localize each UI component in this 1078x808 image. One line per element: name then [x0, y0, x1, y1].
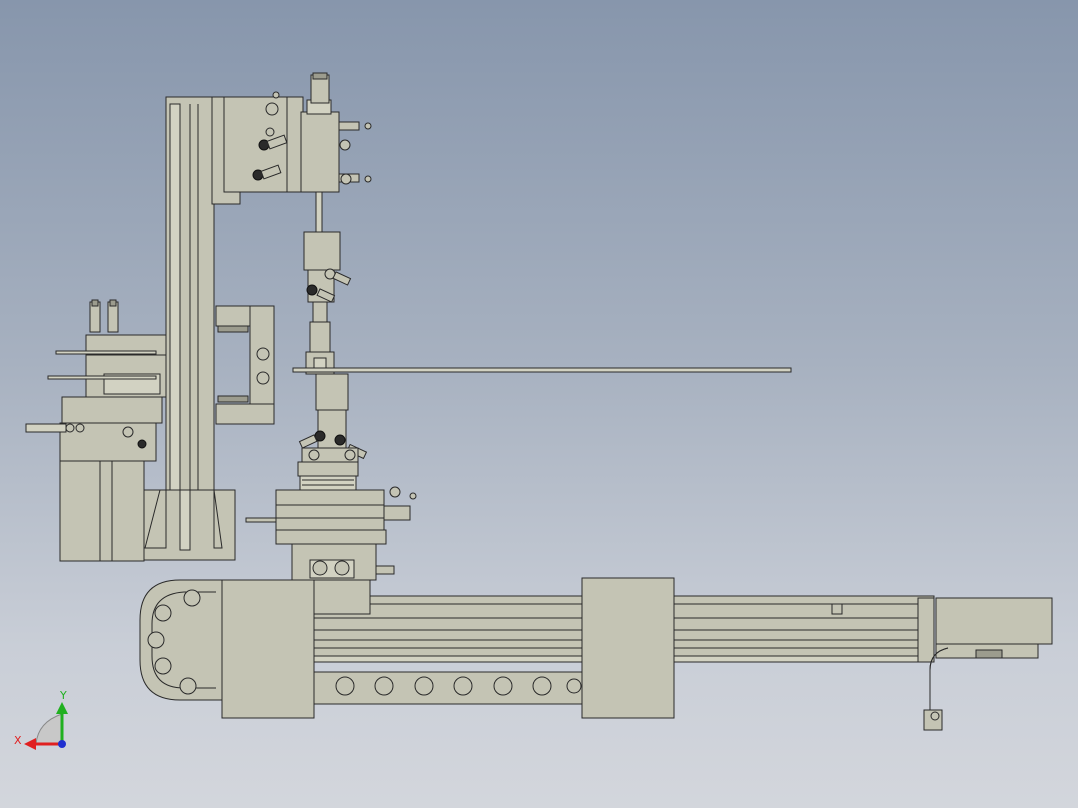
cad-viewport[interactable]: Y X: [0, 0, 1078, 808]
lower-clamp-assembly: [245, 486, 417, 581]
servo-motor: [923, 597, 1053, 731]
x-axis-label: X: [14, 734, 22, 747]
triad-plane: [35, 713, 63, 745]
carriage-left: [221, 579, 315, 719]
top-actuator-block: [223, 72, 372, 233]
long-horizontal-rod: [292, 367, 792, 373]
y-axis-label: Y: [59, 689, 67, 702]
z-axis-marker: [58, 740, 66, 748]
assembly-drawing: Y X: [14, 72, 1053, 750]
axis-triad: Y X: [14, 689, 68, 750]
column-bracket: [215, 305, 275, 425]
middle-gripper-stack: [297, 231, 368, 491]
carriage-right: [581, 577, 675, 719]
